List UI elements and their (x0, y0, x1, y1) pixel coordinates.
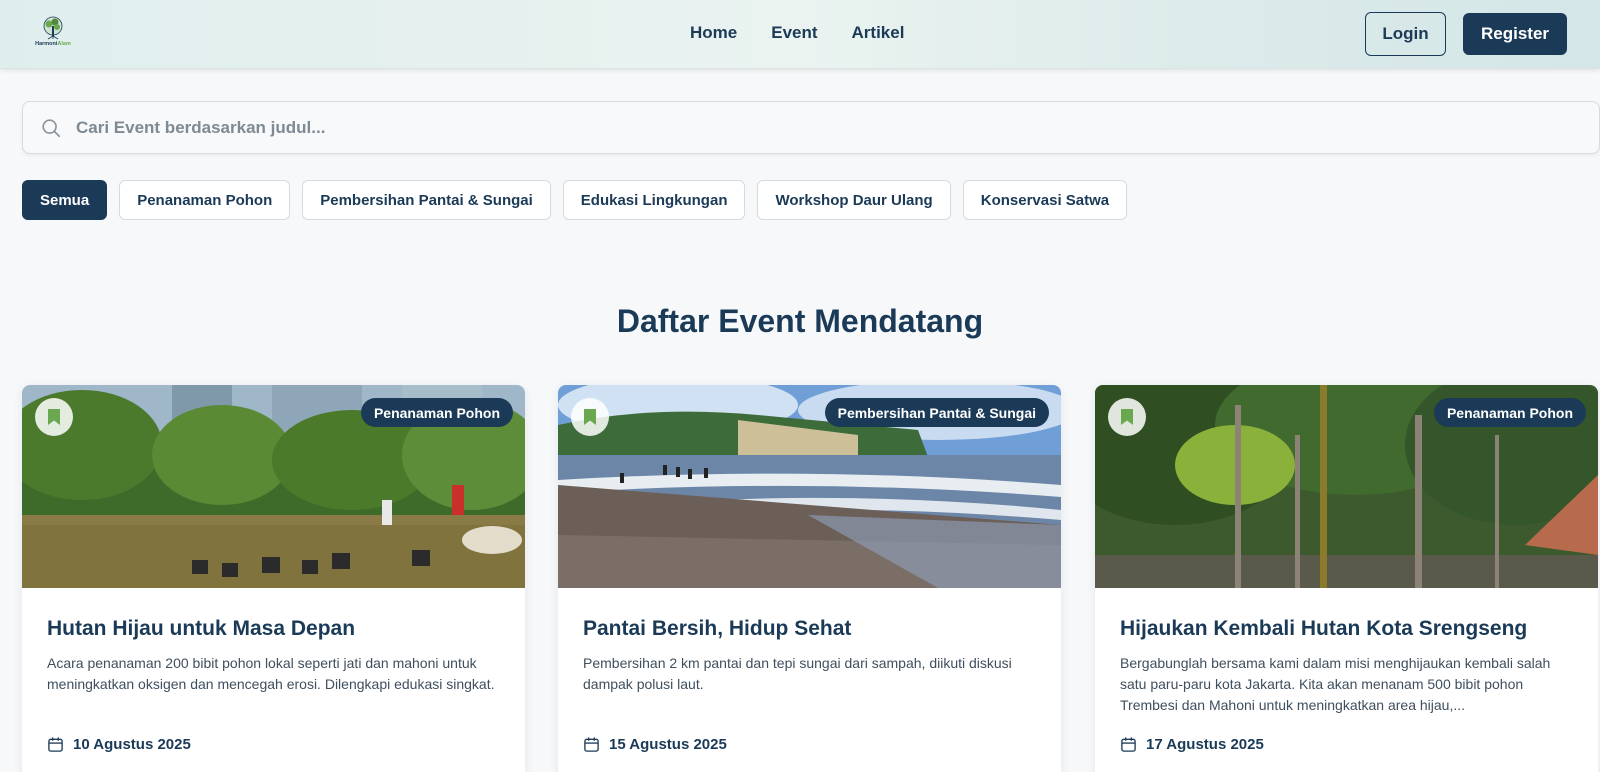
event-title[interactable]: Hijaukan Kembali Hutan Kota Srengseng (1120, 616, 1573, 641)
login-button[interactable]: Login (1365, 12, 1446, 56)
category-badge: Pembersihan Pantai & Sungai (824, 398, 1049, 427)
tree-logo-icon (43, 16, 63, 40)
event-card[interactable]: Penanaman Pohon Hutan Hijau untuk Masa D… (22, 385, 525, 772)
bookmark-icon (48, 409, 60, 425)
event-description: Pembersihan 2 km pantai dan tepi sungai … (583, 655, 1012, 693)
calendar-icon (584, 737, 599, 752)
event-card[interactable]: Penanaman Pohon Hijaukan Kembali Hutan K… (1095, 385, 1598, 772)
event-date-text: 15 Agustus 2025 (609, 736, 727, 754)
filter-edukasi-lingkungan[interactable]: Edukasi Lingkungan (562, 180, 746, 220)
filter-pembersihan-pantai-sungai[interactable]: Pembersihan Pantai & Sungai (302, 180, 551, 220)
category-badge: Penanaman Pohon (1433, 398, 1586, 427)
nav-event[interactable]: Event (771, 23, 817, 43)
event-date: 17 Agustus 2025 (1120, 736, 1573, 753)
event-card[interactable]: Pembersihan Pantai & Sungai Pantai Bersi… (558, 385, 1061, 772)
event-title[interactable]: Pantai Bersih, Hidup Sehat (583, 616, 1036, 641)
search-input[interactable] (76, 102, 1599, 153)
calendar-icon (1121, 737, 1136, 752)
bookmark-button[interactable] (35, 398, 73, 436)
register-button[interactable]: Register (1463, 13, 1567, 55)
bookmark-icon (584, 409, 596, 425)
search-bar (22, 101, 1600, 154)
event-date: 15 Agustus 2025 (583, 736, 1036, 753)
event-date-text: 17 Agustus 2025 (1146, 736, 1264, 754)
filter-workshop-daur-ulang[interactable]: Workshop Daur Ulang (757, 180, 951, 220)
event-image: Penanaman Pohon (1095, 385, 1598, 588)
bookmark-icon (1121, 409, 1133, 425)
event-title[interactable]: Hutan Hijau untuk Masa Depan (47, 616, 500, 641)
event-description: Acara penanaman 200 bibit pohon lokal se… (47, 655, 495, 693)
bookmark-button[interactable] (1108, 398, 1146, 436)
logo-text: HarmoniAlam (35, 41, 71, 47)
event-image: Pembersihan Pantai & Sungai (558, 385, 1061, 588)
filter-semua[interactable]: Semua (22, 180, 108, 220)
filter-penanaman-pohon[interactable]: Penanaman Pohon (119, 180, 291, 220)
search-icon (42, 118, 61, 137)
category-filters: Semua Penanaman Pohon Pembersihan Pantai… (22, 180, 1128, 220)
main-nav: Home Event Artikel (690, 23, 904, 43)
event-date-text: 10 Agustus 2025 (73, 736, 191, 754)
bookmark-button[interactable] (571, 398, 609, 436)
filter-konservasi-satwa[interactable]: Konservasi Satwa (962, 180, 1128, 220)
category-badge: Penanaman Pohon (360, 398, 513, 427)
event-date: 10 Agustus 2025 (47, 736, 500, 753)
top-navbar: HarmoniAlam Home Event Artikel Login Reg… (0, 0, 1600, 69)
calendar-icon (48, 737, 63, 752)
nav-artikel[interactable]: Artikel (852, 23, 905, 43)
logo[interactable]: HarmoniAlam (32, 16, 74, 52)
section-title: Daftar Event Mendatang (616, 303, 984, 339)
event-description: Bergabunglah bersama kami dalam misi men… (1120, 655, 1551, 714)
event-image: Penanaman Pohon (22, 385, 525, 588)
nav-home[interactable]: Home (690, 23, 737, 43)
